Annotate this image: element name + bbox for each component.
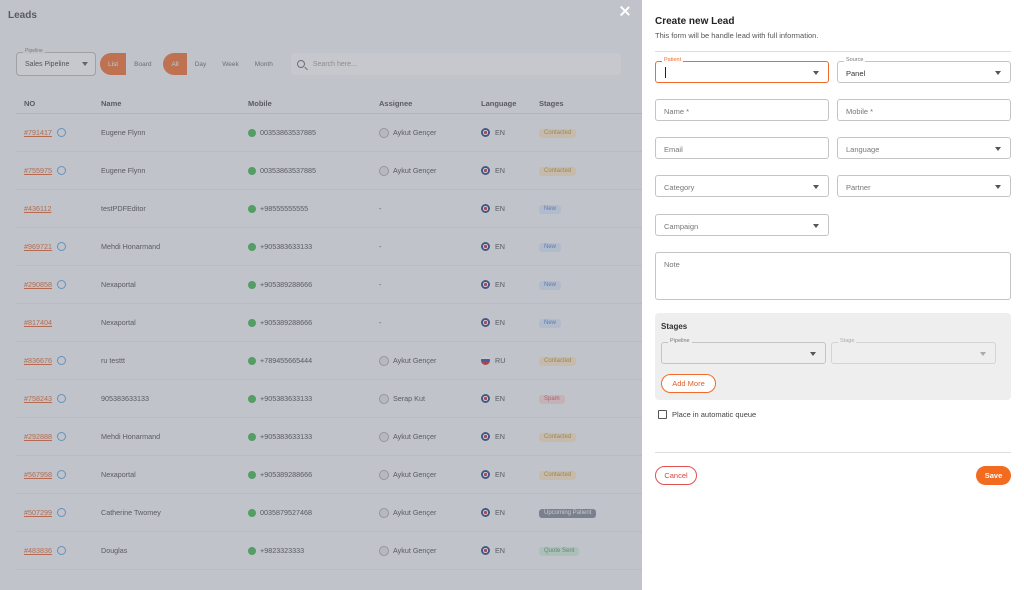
patient-select[interactable]: Patient <box>655 57 829 83</box>
note-textarea[interactable]: Note <box>655 252 1011 300</box>
chevron-down-icon <box>980 352 986 356</box>
category-placeholder: Category <box>664 182 695 192</box>
drawer-title: Create new Lead <box>655 16 735 27</box>
note-placeholder: Note <box>664 260 680 269</box>
chevron-down-icon <box>995 185 1001 189</box>
language-placeholder: Language <box>846 144 880 154</box>
language-select[interactable]: Language <box>837 137 1011 159</box>
automatic-queue-label: Place in automatic queue <box>672 410 757 419</box>
stage-select: Stage <box>831 338 996 364</box>
create-lead-drawer: Create new Lead This form will be handle… <box>642 0 1024 590</box>
category-select[interactable]: Category <box>655 175 829 197</box>
email-placeholder: Email <box>664 144 683 154</box>
cancel-button[interactable]: Cancel <box>655 466 697 485</box>
close-icon[interactable] <box>619 5 631 17</box>
source-label: Source <box>844 57 866 63</box>
chevron-down-icon <box>995 71 1001 75</box>
save-button[interactable]: Save <box>976 466 1011 485</box>
modal-backdrop[interactable] <box>0 0 642 590</box>
stage-pipeline-label: Pipeline <box>668 338 692 344</box>
patient-label: Patient <box>662 57 684 63</box>
automatic-queue-option[interactable]: Place in automatic queue <box>658 410 756 419</box>
name-input[interactable]: Name * <box>655 99 829 121</box>
mobile-placeholder: Mobile * <box>846 106 874 116</box>
stages-title: Stages <box>661 322 688 331</box>
chevron-down-icon <box>813 185 819 189</box>
chevron-down-icon <box>810 352 816 356</box>
divider <box>655 452 1011 453</box>
chevron-down-icon <box>813 224 819 228</box>
source-select[interactable]: Source Panel <box>837 57 1011 83</box>
email-input[interactable]: Email <box>655 137 829 159</box>
divider <box>655 51 1011 52</box>
add-more-button[interactable]: Add More <box>661 374 716 393</box>
automatic-queue-checkbox[interactable] <box>658 410 667 419</box>
drawer-subtitle: This form will be handle lead with full … <box>655 31 819 40</box>
stage-label: Stage <box>838 338 857 344</box>
partner-select[interactable]: Partner <box>837 175 1011 197</box>
stage-pipeline-select[interactable]: Pipeline <box>661 338 826 364</box>
campaign-placeholder: Campaign <box>664 221 699 231</box>
campaign-select[interactable]: Campaign <box>655 214 829 236</box>
text-cursor <box>665 67 666 78</box>
chevron-down-icon <box>995 147 1001 151</box>
source-value: Panel <box>846 69 866 78</box>
partner-placeholder: Partner <box>846 182 871 192</box>
chevron-down-icon <box>813 71 819 75</box>
mobile-input[interactable]: Mobile * <box>837 99 1011 121</box>
name-placeholder: Name * <box>664 106 690 116</box>
stages-section: Stages Pipeline Stage Add More <box>655 313 1011 400</box>
